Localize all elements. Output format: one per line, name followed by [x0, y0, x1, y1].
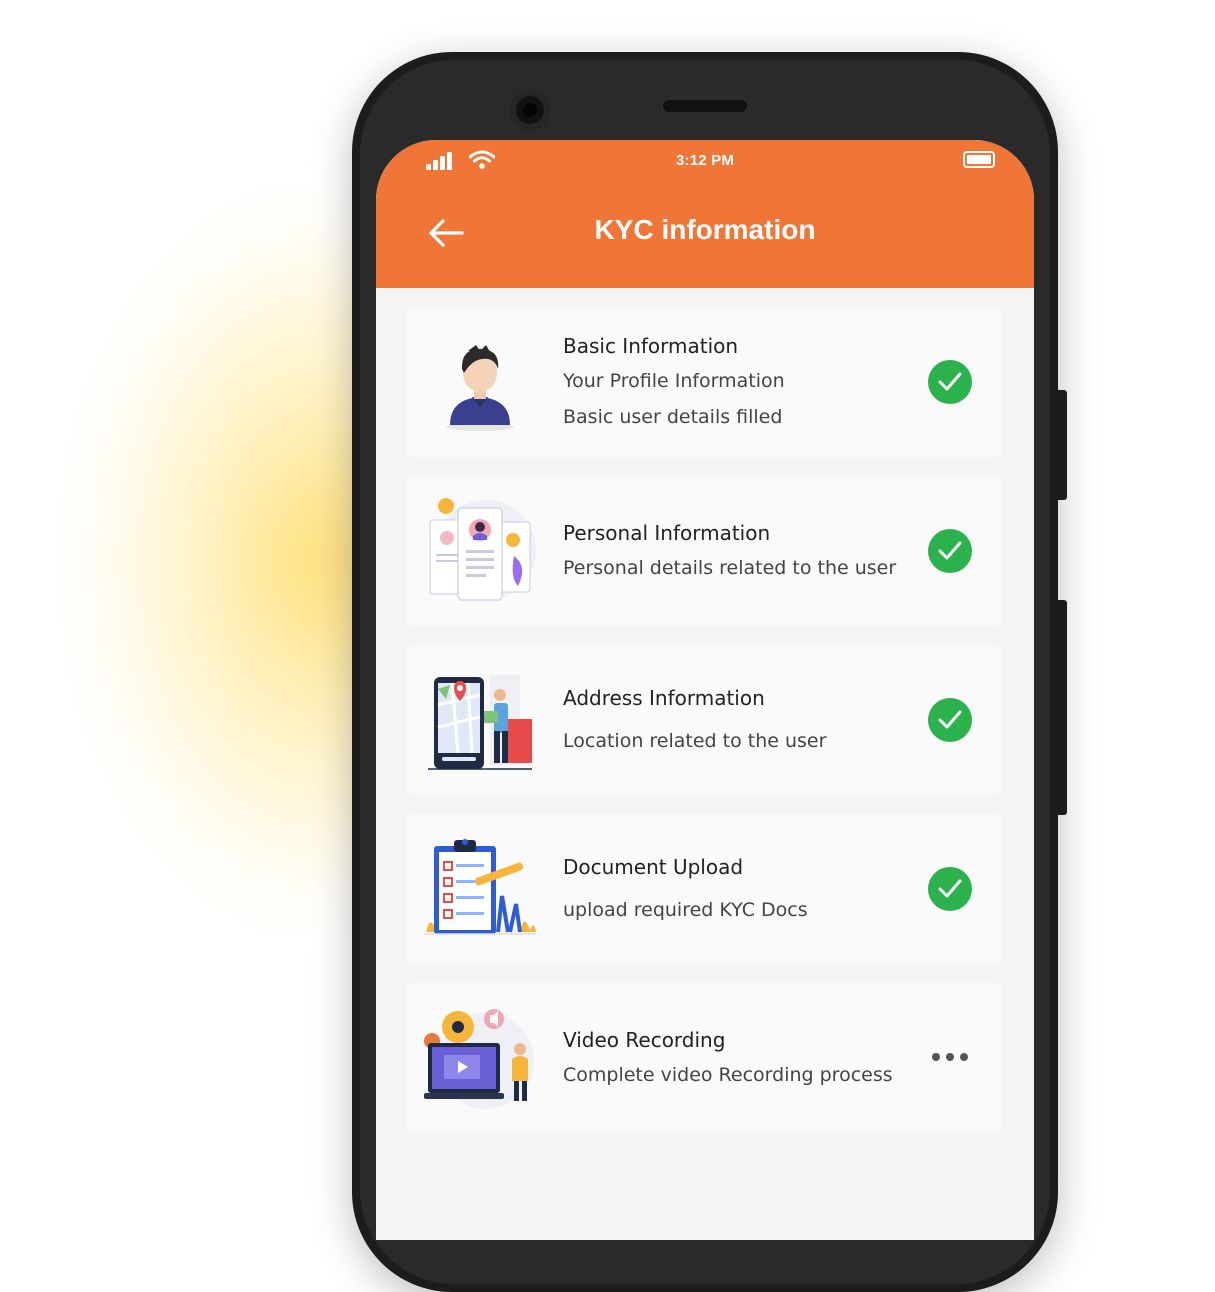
person-avatar-icon: [446, 345, 514, 431]
kyc-card-address-information[interactable]: Address Information Location related to …: [406, 645, 1002, 795]
card-title: Address Information: [563, 686, 765, 710]
card-subtitle: Complete video Recording process: [563, 1064, 893, 1086]
card-title: Basic Information: [563, 334, 739, 358]
app-screen: 3:12 PM KYC information Basic Informatio…: [376, 140, 1034, 1240]
page-title: KYC information: [594, 214, 816, 245]
kyc-card-document-upload[interactable]: Document Upload upload required KYC Docs: [406, 814, 1002, 964]
volume-button: [1055, 390, 1067, 500]
profile-cards-icon: [429, 498, 536, 601]
earpiece-speaker: [660, 97, 750, 115]
check-icon: [928, 698, 972, 742]
card-title: Document Upload: [563, 855, 744, 879]
clipboard-checklist-icon: [424, 839, 536, 935]
kyc-card-video-recording[interactable]: Video Recording Complete video Recording…: [406, 983, 1002, 1133]
card-title: Personal Information: [563, 521, 771, 545]
card-subtitle: Location related to the user: [563, 730, 827, 752]
kyc-card-personal-information[interactable]: Personal Information Personal details re…: [406, 476, 1002, 626]
more-dots-icon: [932, 1053, 972, 1063]
status-bar: 3:12 PM: [376, 140, 1034, 184]
kyc-step-list: Basic Information Your Profile Informati…: [406, 307, 1002, 1152]
card-subtitle: Personal details related to the user: [563, 557, 897, 579]
card-subtitle: upload required KYC Docs: [563, 899, 808, 921]
card-title: Video Recording: [563, 1028, 726, 1052]
kyc-card-basic-information[interactable]: Basic Information Your Profile Informati…: [406, 307, 1002, 457]
video-recording-icon: [424, 1009, 534, 1109]
app-header: 3:12 PM KYC information: [376, 140, 1034, 288]
card-subtitle: Your Profile Information Basic user deta…: [563, 370, 785, 428]
check-icon: [928, 867, 972, 911]
front-camera: [510, 90, 550, 130]
map-location-icon: [428, 675, 532, 770]
status-time: 3:12 PM: [675, 152, 735, 169]
check-icon: [928, 529, 972, 573]
power-button: [1055, 600, 1067, 815]
check-icon: [928, 360, 972, 404]
battery-icon: [963, 151, 995, 168]
